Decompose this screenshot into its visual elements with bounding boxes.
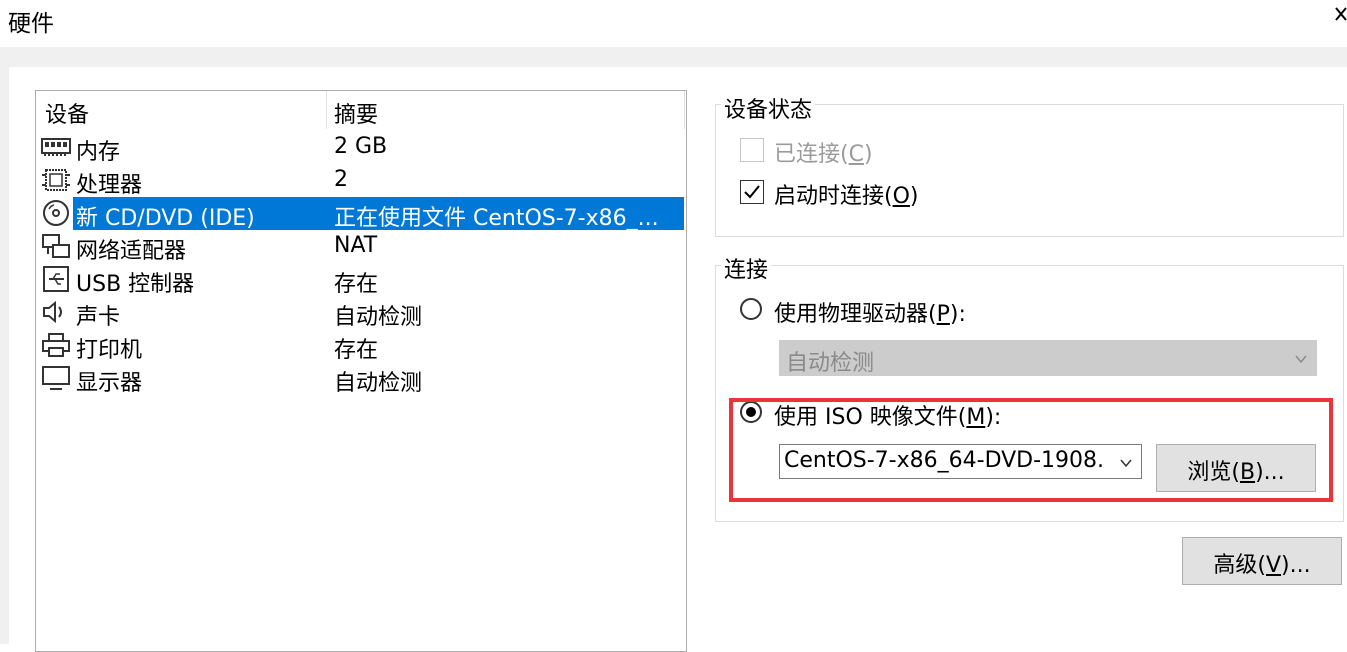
advanced-button-label: 高级(V)... [1213,553,1311,578]
title-bar: 硬件 [0,0,1347,47]
physical-drive-select-value: 自动检测 [786,351,875,376]
memory-icon [40,133,72,161]
column-separator[interactable] [684,91,685,129]
device-summary: 存在 [334,338,379,363]
device-row-sound-card[interactable]: 声卡 自动检测 [36,296,686,330]
physical-drive-select[interactable]: 自动检测 [779,340,1317,376]
device-row-network-adapter[interactable]: 网络适配器 NAT [36,230,686,264]
processor-icon [40,166,72,194]
device-list[interactable]: 设备 摘要 内存 2 GB 处理器 2 新 CD/DVD (IDE) 正在使用文… [35,90,687,652]
device-summary: 2 GB [334,134,388,159]
device-row-memory[interactable]: 内存 2 GB [36,131,686,165]
device-row-processor[interactable]: 处理器 2 [36,164,686,198]
device-name: 处理器 [76,173,143,198]
device-summary: 自动检测 [334,305,423,330]
device-summary: 存在 [334,272,379,297]
device-name: 显示器 [76,371,143,396]
device-status-group-label: 设备状态 [721,92,816,124]
printer-icon [40,331,72,359]
device-list-header: 设备 摘要 [36,91,686,129]
device-summary: NAT [334,233,378,258]
advanced-button[interactable]: 高级(V)... [1182,537,1342,585]
close-icon[interactable] [1334,2,1347,32]
network-adapter-icon [40,232,72,260]
device-summary: 2 [334,167,348,192]
connected-checkbox[interactable] [740,138,764,162]
device-row-cd-dvd[interactable]: 新 CD/DVD (IDE) 正在使用文件 CentOS-7-x86_... [36,197,686,231]
speaker-icon [40,298,72,326]
device-summary: 自动检测 [334,371,423,396]
chevron-down-icon [1295,355,1307,364]
connect-at-power-on-checkbox[interactable] [740,180,764,204]
device-row-printer[interactable]: 打印机 存在 [36,329,686,363]
column-header-device[interactable]: 设备 [45,97,89,129]
device-summary: 正在使用文件 CentOS-7-x86_... [334,206,659,231]
column-separator[interactable] [326,91,327,129]
connect-at-power-on-label: 启动时连接(O) [774,184,919,209]
device-row-display[interactable]: 显示器 自动检测 [36,362,686,396]
window-title: 硬件 [8,11,54,37]
physical-drive-label: 使用物理驱动器(P): [774,302,966,327]
device-name: 网络适配器 [76,239,187,264]
device-name: 内存 [76,140,121,165]
checkmark-icon [744,185,760,199]
connection-group-label: 连接 [721,252,772,284]
usb-icon [40,265,72,293]
monitor-icon [40,364,72,392]
device-name: 打印机 [76,338,143,363]
connected-label: 已连接(C) [774,142,873,167]
cd-dvd-icon [40,199,72,227]
device-row-usb[interactable]: USB 控制器 存在 [36,263,686,297]
close-icon-glyph [1335,7,1347,21]
device-name: 新 CD/DVD (IDE) [76,206,255,231]
device-name: USB 控制器 [76,272,195,297]
device-name: 声卡 [76,305,121,330]
physical-drive-radio[interactable] [740,298,762,320]
highlight-annotation-box [729,398,1333,502]
column-header-summary[interactable]: 摘要 [334,97,378,129]
